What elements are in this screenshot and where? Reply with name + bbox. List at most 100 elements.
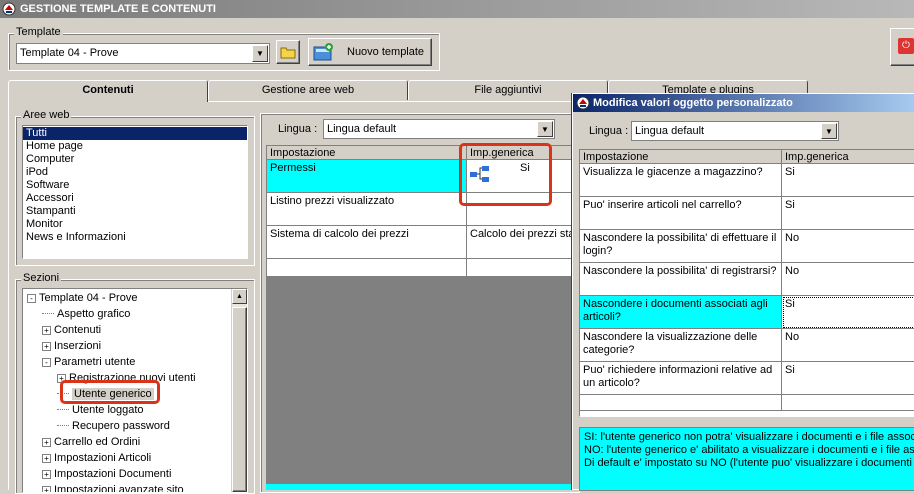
dialog-info-box: SI: l'utente generico non potra' visuali… [579, 427, 914, 491]
chevron-down-icon[interactable]: ▼ [537, 121, 553, 137]
dialog-cell-name[interactable]: Nascondere la possibilita' di registrars… [580, 263, 782, 296]
info-line: NO: l'utente generico e' abilitato a vis… [584, 444, 914, 456]
info-line: SI: l'utente generico non potra' visuali… [584, 431, 914, 443]
aree-web-item[interactable]: Monitor [23, 218, 247, 231]
tree-connector-icon [42, 306, 54, 314]
grid-cell-value[interactable]: Calcolo dei prezzi sta [467, 226, 575, 259]
tree-node[interactable]: + Impostazioni avanzate sito [23, 482, 247, 493]
aree-web-item[interactable]: Software [23, 179, 247, 192]
exit-button[interactable]: ⏻ [890, 28, 914, 66]
dialog-cell-empty[interactable] [580, 395, 782, 411]
dialog-title: Modifica valori oggetto personalizzato [593, 97, 793, 109]
tree-scrollbar[interactable]: ▲ [231, 289, 247, 492]
sezioni-label: Sezioni [21, 272, 62, 284]
dialog-cell-name[interactable]: Nascondere i documenti associati agli ar… [580, 296, 782, 329]
aree-web-item[interactable]: Accessori [23, 192, 247, 205]
tree-node[interactable]: + Impostazioni Documenti [23, 466, 247, 482]
tree-node[interactable]: Utente loggato [23, 402, 247, 418]
col-header-impgenerica[interactable]: Imp.generica [782, 150, 914, 164]
tree-node-label: Impostazioni Documenti [54, 468, 172, 480]
app-logo-icon [2, 2, 16, 16]
aree-web-item[interactable]: Tutti [23, 127, 247, 140]
chevron-down-icon[interactable]: ▼ [821, 123, 837, 139]
tree-node-label: Carrello ed Ordini [54, 436, 141, 448]
open-folder-button[interactable] [276, 40, 300, 64]
dialog-lingua-select[interactable]: Lingua default ▼ [631, 121, 839, 141]
template-group-label: Template [14, 26, 63, 38]
dialog-cell-name[interactable]: Nascondere la visualizzazione delle cate… [580, 329, 782, 362]
grid-cell-name[interactable]: Listino prezzi visualizzato [267, 193, 467, 226]
expand-icon[interactable]: + [42, 437, 51, 447]
expand-icon[interactable]: + [42, 485, 51, 492]
dialog-cell-name[interactable]: Puo' richiedere informazioni relative ad… [580, 362, 782, 395]
grid-cell-name[interactable]: Sistema di calcolo dei prezzi [267, 226, 467, 259]
window-title: GESTIONE TEMPLATE E CONTENUTI [20, 3, 216, 15]
aree-web-item[interactable]: Computer [23, 153, 247, 166]
window-title-bar: GESTIONE TEMPLATE E CONTENUTI [0, 0, 914, 18]
folder-icon [280, 47, 296, 59]
grid-cell-empty[interactable] [467, 259, 575, 277]
tree-node[interactable]: + Carrello ed Ordini [23, 434, 247, 450]
expand-icon[interactable]: + [42, 453, 51, 463]
col-header-impostazione[interactable]: Impostazione [267, 146, 467, 160]
expand-icon[interactable]: + [42, 325, 51, 335]
grid-cell-empty[interactable] [267, 259, 467, 277]
tree-node-label: Inserzioni [54, 340, 102, 352]
dialog-lingua-label: Lingua : [589, 125, 629, 137]
tree-node-label: Impostazioni Articoli [54, 452, 152, 464]
dialog-title-bar[interactable]: Modifica valori oggetto personalizzato [573, 94, 914, 112]
tree-node-label: Impostazioni avanzate sito [54, 484, 184, 493]
tree-node-label: Template 04 - Prove [39, 292, 138, 304]
annotation-highlight-permessi [459, 143, 552, 206]
tab-contenuti[interactable]: Contenuti [8, 80, 208, 102]
app-logo-icon [576, 96, 590, 110]
dialog-cell-value[interactable]: Si [782, 362, 914, 395]
tree-node[interactable]: + Impostazioni Articoli [23, 450, 247, 466]
lingua-select[interactable]: Lingua default ▼ [323, 119, 555, 139]
tree-node[interactable]: Aspetto grafico [23, 306, 247, 322]
tree-node-label: Utente loggato [72, 404, 144, 416]
tab-gestione-aree-web[interactable]: Gestione aree web [208, 80, 408, 100]
collapse-icon[interactable]: - [42, 357, 51, 367]
tree-node-label: Aspetto grafico [57, 308, 131, 320]
dialog-cell-value[interactable]: No [782, 263, 914, 296]
aree-web-item[interactable]: Stampanti [23, 205, 247, 218]
template-select-value: Template 04 - Prove [20, 47, 119, 59]
aree-web-item[interactable]: Home page [23, 140, 247, 153]
dialog-cell-value[interactable]: Si [782, 164, 914, 197]
tree-node[interactable]: + Inserzioni [23, 338, 247, 354]
info-line: Di default e' impostato su NO (l'utente … [584, 457, 914, 469]
dialog-cell-name[interactable]: Puo' inserire articoli nel carrello? [580, 197, 782, 230]
dialog-grid: Impostazione Imp.generica Visualizza le … [579, 149, 914, 417]
scroll-thumb[interactable] [232, 307, 247, 492]
dialog-cell-empty[interactable] [782, 395, 914, 411]
tree-node-label: Parametri utente [54, 356, 136, 368]
tree-node[interactable]: - Parametri utente [23, 354, 247, 370]
dialog-cell-value[interactable]: No [782, 329, 914, 362]
lingua-label: Lingua : [278, 123, 318, 135]
lingua-select-value: Lingua default [327, 123, 397, 135]
dialog-cell-value[interactable]: Si [782, 197, 914, 230]
dialog-cell-name[interactable]: Visualizza le giacenze a magazzino? [580, 164, 782, 197]
dialog-cell-name[interactable]: Nascondere la possibilita' di effettuare… [580, 230, 782, 263]
tree-node[interactable]: - Template 04 - Prove [23, 290, 247, 306]
aree-web-item[interactable]: iPod [23, 166, 247, 179]
tree-node[interactable]: + Contenuti [23, 322, 247, 338]
scroll-up-icon[interactable]: ▲ [232, 289, 247, 304]
expand-icon[interactable]: + [42, 469, 51, 479]
annotation-highlight-utente-generico [60, 380, 160, 404]
aree-web-item[interactable]: News e Informazioni [23, 231, 247, 244]
tree-node[interactable]: Recupero password [23, 418, 247, 434]
new-template-button[interactable]: Nuovo template [308, 38, 432, 66]
aree-web-list[interactable]: Tutti Home page Computer iPod Software Access… [22, 125, 248, 259]
chevron-down-icon[interactable]: ▼ [252, 45, 268, 62]
new-template-label: Nuovo template [347, 46, 425, 58]
template-select[interactable]: Template 04 - Prove ▼ [16, 43, 270, 64]
collapse-icon[interactable]: - [27, 293, 36, 303]
dialog-cell-value[interactable]: Si [782, 296, 914, 329]
expand-icon[interactable]: + [42, 341, 51, 351]
new-template-icon [313, 43, 333, 61]
grid-cell-name[interactable]: Permessi [267, 160, 467, 193]
dialog-cell-value[interactable]: No [782, 230, 914, 263]
col-header-impostazione[interactable]: Impostazione [580, 150, 782, 164]
